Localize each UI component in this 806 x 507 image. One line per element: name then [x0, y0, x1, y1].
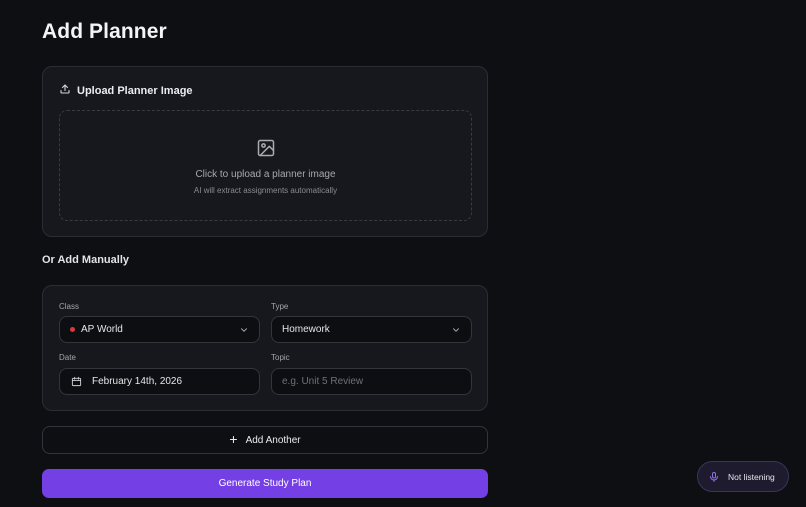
voice-status-button[interactable]: Not listening	[697, 461, 789, 492]
page-title: Add Planner	[42, 20, 167, 43]
class-select-value: AP World	[81, 324, 123, 335]
planner-image-dropzone[interactable]: Click to upload a planner image AI will …	[59, 110, 472, 221]
topic-input[interactable]: e.g. Unit 5 Review	[271, 368, 472, 395]
manual-section-title: Or Add Manually	[42, 254, 129, 266]
class-select[interactable]: AP World	[59, 316, 260, 343]
upload-planner-card: Upload Planner Image Click to upload a p…	[42, 66, 488, 237]
type-label: Type	[271, 302, 289, 311]
plus-icon: +	[229, 431, 238, 447]
add-another-label: Add Another	[245, 434, 301, 446]
type-select-value: Homework	[282, 324, 330, 335]
date-label: Date	[59, 353, 76, 362]
upload-heading-text: Upload Planner Image	[77, 84, 193, 97]
chevron-down-icon	[453, 328, 459, 332]
image-icon	[256, 136, 276, 169]
calendar-icon	[71, 376, 82, 387]
manual-entry-card: Class AP World Type Homework Date Februa…	[42, 285, 488, 411]
class-color-dot	[70, 327, 75, 332]
dropzone-main-text: Click to upload a planner image	[195, 169, 336, 180]
generate-label: Generate Study Plan	[218, 478, 312, 489]
date-picker[interactable]: February 14th, 2026	[59, 368, 260, 395]
date-value: February 14th, 2026	[92, 376, 183, 387]
upload-heading: Upload Planner Image	[59, 83, 193, 98]
topic-label: Topic	[271, 353, 290, 362]
topic-placeholder: e.g. Unit 5 Review	[282, 376, 364, 387]
add-planner-page: Add Planner Upload Planner Image Click t…	[0, 0, 806, 507]
generate-study-plan-button[interactable]: Generate Study Plan	[42, 469, 488, 498]
upload-icon	[59, 83, 71, 98]
add-another-button[interactable]: + Add Another	[42, 426, 488, 454]
dropzone-sub-text: AI will extract assignments automaticall…	[193, 186, 338, 195]
microphone-icon	[710, 471, 718, 482]
type-select[interactable]: Homework	[271, 316, 472, 343]
class-label: Class	[59, 302, 80, 311]
voice-status-text: Not listening	[728, 471, 775, 482]
chevron-down-icon	[241, 328, 247, 332]
